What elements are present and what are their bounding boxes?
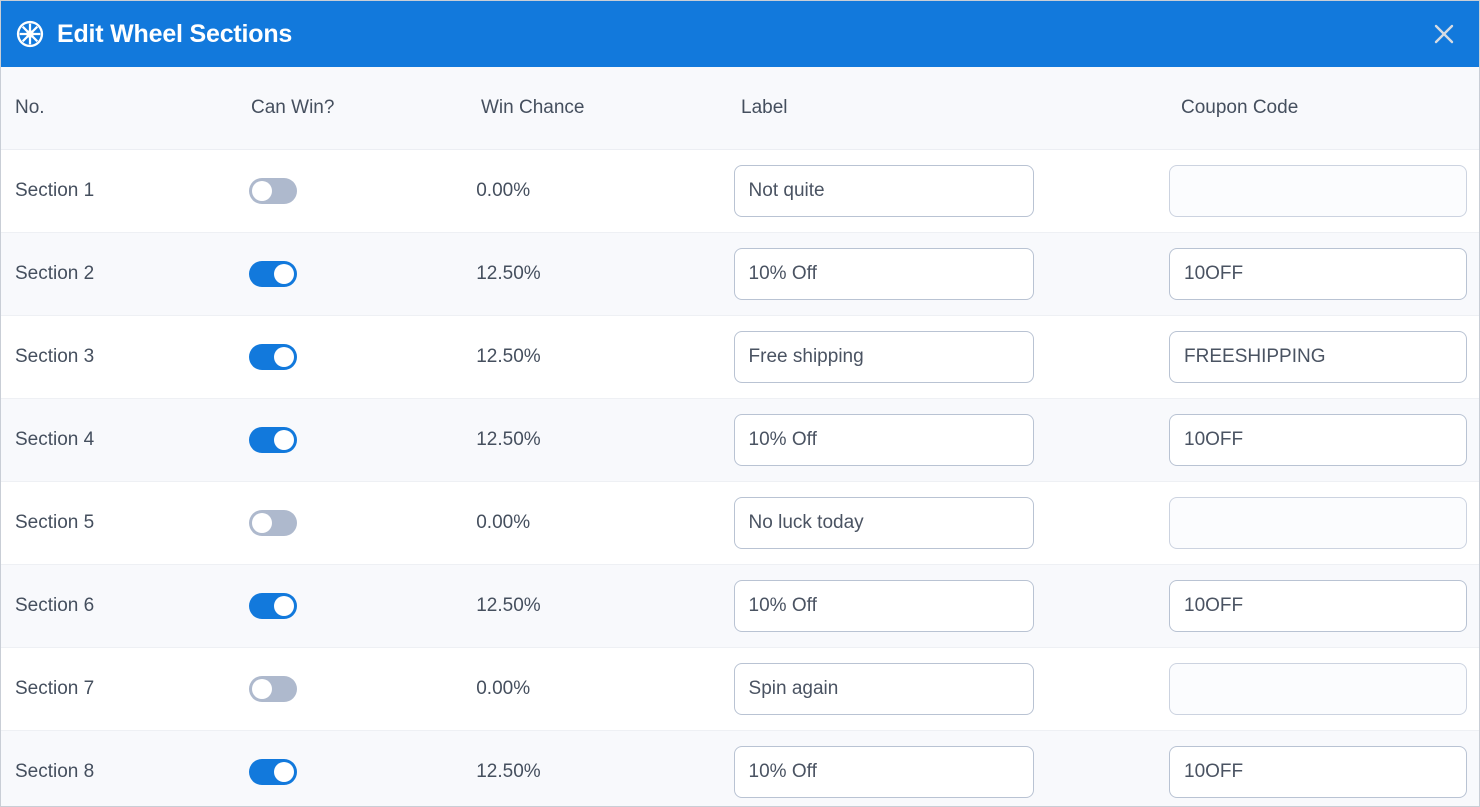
wheel-sections-table: No. Can Win? Win Chance Label Coupon Cod…	[1, 67, 1479, 806]
can-win-toggle[interactable]	[248, 344, 297, 370]
can-win-toggle[interactable]	[248, 759, 297, 785]
coupon-code-input[interactable]	[1169, 746, 1468, 798]
edit-wheel-sections-modal: Edit Wheel Sections No. Can Win? Win Cha…	[0, 0, 1480, 807]
label-input[interactable]	[733, 414, 1034, 466]
toggle-knob	[251, 513, 272, 533]
can-win-cell	[248, 593, 477, 619]
section-number-label: Section 1	[15, 180, 95, 201]
section-number-label: Section 4	[15, 429, 95, 450]
toggle-knob	[273, 264, 294, 284]
section-number-label: Section 6	[15, 595, 95, 616]
can-win-cell	[248, 510, 477, 536]
label-input[interactable]	[733, 580, 1034, 632]
label-input[interactable]	[733, 165, 1034, 217]
section-number-label: Section 7	[15, 678, 95, 699]
table-row: Section 5 0.00%	[1, 482, 1479, 565]
label-input[interactable]	[733, 663, 1034, 715]
can-win-cell	[248, 427, 477, 453]
column-header-no: No.	[15, 97, 45, 118]
win-chance-value: 0.00%	[476, 512, 531, 533]
can-win-toggle[interactable]	[248, 427, 297, 453]
section-number-label: Section 3	[15, 346, 95, 367]
can-win-toggle[interactable]	[248, 510, 297, 536]
coupon-code-cell	[1169, 497, 1479, 549]
coupon-code-input[interactable]	[1169, 331, 1468, 383]
label-cell	[733, 248, 1169, 300]
win-chance-value: 12.50%	[476, 346, 541, 367]
column-header-coupon-code: Coupon Code	[1181, 97, 1299, 118]
can-win-cell	[248, 178, 477, 204]
coupon-code-input[interactable]	[1169, 663, 1468, 715]
can-win-toggle[interactable]	[248, 676, 297, 702]
coupon-code-cell	[1169, 414, 1479, 466]
modal-titlebar: Edit Wheel Sections	[1, 1, 1479, 67]
table-row: Section 7 0.00%	[1, 648, 1479, 731]
column-header-win-chance: Win Chance	[481, 97, 585, 118]
section-number-label: Section 2	[15, 263, 95, 284]
can-win-cell	[248, 676, 477, 702]
win-chance-value: 12.50%	[476, 761, 541, 782]
can-win-cell	[248, 344, 477, 370]
toggle-knob	[251, 181, 272, 201]
label-cell	[733, 165, 1169, 217]
modal-title: Edit Wheel Sections	[57, 19, 293, 48]
table-row: Section 2 12.50%	[1, 233, 1479, 316]
label-cell	[733, 746, 1169, 798]
coupon-code-cell	[1169, 248, 1479, 300]
section-number-label: Section 8	[15, 761, 95, 782]
label-cell	[733, 497, 1169, 549]
label-cell	[733, 331, 1169, 383]
coupon-code-cell	[1169, 663, 1479, 715]
toggle-knob	[273, 762, 294, 782]
table-row: Section 6 12.50%	[1, 565, 1479, 648]
label-cell	[733, 663, 1169, 715]
label-input[interactable]	[733, 497, 1034, 549]
coupon-code-cell	[1169, 165, 1479, 217]
coupon-code-cell	[1169, 746, 1479, 798]
table-row: Section 1 0.00%	[1, 150, 1479, 233]
wheel-icon	[15, 19, 45, 49]
table-header-row: No. Can Win? Win Chance Label Coupon Cod…	[1, 67, 1479, 150]
toggle-knob	[273, 430, 294, 450]
section-number-label: Section 5	[15, 512, 95, 533]
can-win-toggle[interactable]	[248, 178, 297, 204]
can-win-cell	[248, 261, 477, 287]
coupon-code-cell	[1169, 331, 1479, 383]
win-chance-value: 12.50%	[476, 263, 541, 284]
can-win-cell	[248, 759, 477, 785]
coupon-code-input[interactable]	[1169, 414, 1468, 466]
coupon-code-cell	[1169, 580, 1479, 632]
label-input[interactable]	[733, 746, 1034, 798]
table-row: Section 8 12.50%	[1, 731, 1479, 806]
coupon-code-input[interactable]	[1169, 580, 1468, 632]
label-cell	[733, 414, 1169, 466]
label-input[interactable]	[733, 331, 1034, 383]
toggle-knob	[273, 347, 294, 367]
label-cell	[733, 580, 1169, 632]
close-icon[interactable]	[1427, 17, 1461, 51]
table-body: Section 1 0.00% Section 2 12.50% Section 3 12…	[1, 150, 1479, 806]
can-win-toggle[interactable]	[248, 593, 297, 619]
win-chance-value: 0.00%	[476, 678, 531, 699]
column-header-label: Label	[741, 97, 788, 118]
coupon-code-input[interactable]	[1169, 248, 1468, 300]
table-row: Section 3 12.50%	[1, 316, 1479, 399]
table-row: Section 4 12.50%	[1, 399, 1479, 482]
can-win-toggle[interactable]	[248, 261, 297, 287]
win-chance-value: 0.00%	[476, 180, 531, 201]
toggle-knob	[251, 679, 272, 699]
toggle-knob	[273, 596, 294, 616]
column-header-can-win: Can Win?	[251, 97, 335, 118]
win-chance-value: 12.50%	[476, 595, 541, 616]
coupon-code-input[interactable]	[1169, 497, 1468, 549]
win-chance-value: 12.50%	[476, 429, 541, 450]
coupon-code-input[interactable]	[1169, 165, 1468, 217]
titlebar-left-group: Edit Wheel Sections	[15, 19, 292, 49]
label-input[interactable]	[733, 248, 1034, 300]
